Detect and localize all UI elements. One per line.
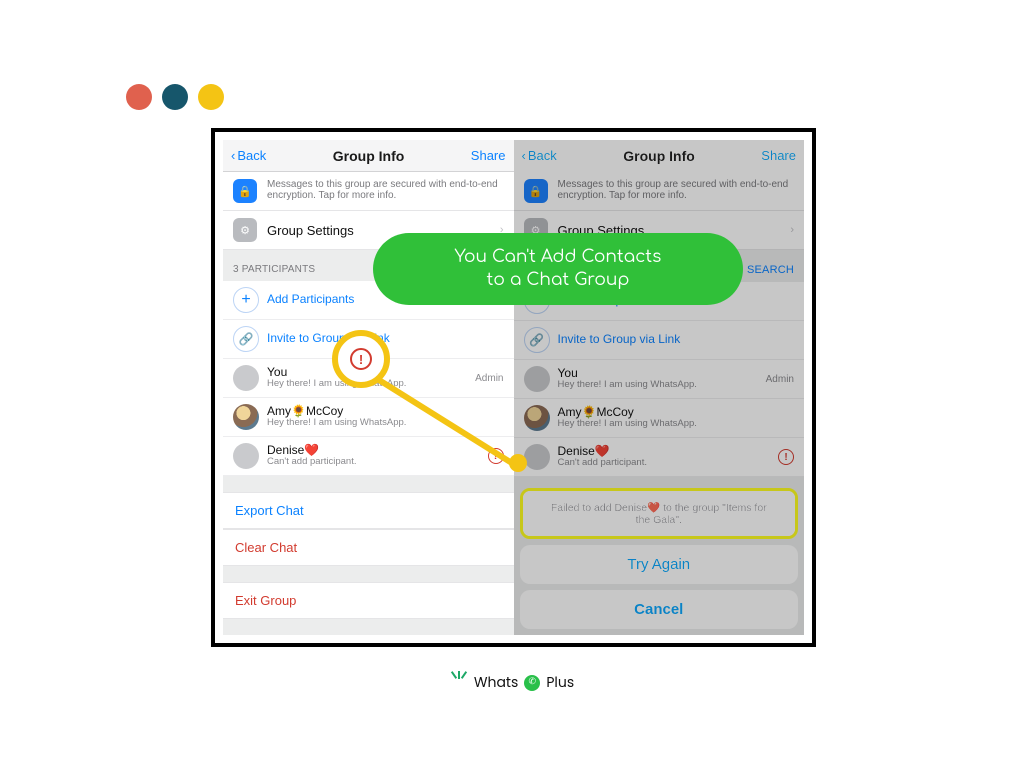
back-button[interactable]: ‹ Back xyxy=(231,148,266,163)
participants-count: 3 PARTICIPANTS xyxy=(233,264,315,275)
page-title: Group Info xyxy=(333,148,405,164)
chevron-right-icon: › xyxy=(790,224,794,236)
member-row-denise[interactable]: Denise❤️ Can't add participant. ! xyxy=(223,437,514,476)
member-status: Hey there! I am using WhatsApp. xyxy=(267,418,406,429)
member-row-amy[interactable]: Amy🌻McCoy Hey there! I am using WhatsApp… xyxy=(514,399,805,438)
spark-icon xyxy=(450,668,468,682)
encryption-row[interactable]: 🔒 Messages to this group are secured wit… xyxy=(223,172,514,211)
dot-gold xyxy=(198,84,224,110)
dot-teal xyxy=(162,84,188,110)
back-button[interactable]: ‹ Back xyxy=(522,148,557,163)
member-status: Can't add participant. xyxy=(267,457,356,468)
encryption-row[interactable]: 🔒 Messages to this group are secured wit… xyxy=(514,172,805,211)
admin-badge: Admin xyxy=(766,374,794,385)
invite-link-label: Invite to Group via Link xyxy=(558,333,681,347)
avatar xyxy=(524,444,550,470)
member-row-you[interactable]: You Hey there! I am using WhatsApp. Admi… xyxy=(514,360,805,399)
member-status: Hey there! I am using WhatsApp. xyxy=(558,419,697,430)
caption-pill: You Can't Add Contacts to a Chat Group xyxy=(373,233,743,305)
dot-red xyxy=(126,84,152,110)
avatar xyxy=(233,443,259,469)
share-button[interactable]: Share xyxy=(761,148,796,163)
navbar: ‹ Back Group Info Share xyxy=(514,140,805,172)
invite-link-row[interactable]: 🔗 Invite to Group via Link xyxy=(514,321,805,360)
member-name: Denise❤️ xyxy=(558,445,647,459)
encryption-icon: 🔒 xyxy=(233,179,257,203)
member-name: Denise❤️ xyxy=(267,444,356,458)
avatar xyxy=(233,365,259,391)
avatar xyxy=(524,366,550,392)
member-name: You xyxy=(558,367,697,381)
group-settings-label: Group Settings xyxy=(267,223,354,238)
screenshot-frame: ‹ Back Group Info Share 🔒 Messages to th… xyxy=(211,128,816,647)
callout-circle: ! xyxy=(332,330,390,388)
avatar xyxy=(233,404,259,430)
plus-icon: + xyxy=(233,287,259,313)
member-row-denise[interactable]: Denise❤️ Can't add participant. ! xyxy=(514,438,805,477)
caption-line2: to a Chat Group xyxy=(455,269,662,292)
export-chat-button[interactable]: Export Chat xyxy=(223,492,514,529)
add-participants-label: Add Participants xyxy=(267,293,354,307)
search-button[interactable]: SEARCH xyxy=(747,264,794,276)
admin-badge: Admin xyxy=(475,373,503,384)
avatar xyxy=(524,405,550,431)
navbar: ‹ Back Group Info Share xyxy=(223,140,514,172)
whatsapp-icon: ✆ xyxy=(524,675,540,691)
exit-group-button[interactable]: Exit Group xyxy=(223,582,514,619)
callout-endpoint xyxy=(509,454,527,472)
gear-icon: ⚙ xyxy=(233,218,257,242)
caption-line1: You Can't Add Contacts xyxy=(455,246,662,269)
page-title: Group Info xyxy=(623,148,695,164)
member-row-amy[interactable]: Amy🌻McCoy Hey there! I am using WhatsApp… xyxy=(223,398,514,437)
chevron-left-icon: ‹ xyxy=(522,148,526,163)
error-icon: ! xyxy=(778,449,794,465)
back-label: Back xyxy=(528,148,557,163)
encryption-text: Messages to this group are secured with … xyxy=(558,179,795,201)
member-status: Hey there! I am using WhatsApp. xyxy=(558,380,697,391)
member-name: Amy🌻McCoy xyxy=(558,406,697,420)
try-again-button[interactable]: Try Again xyxy=(520,545,799,584)
back-label: Back xyxy=(237,148,266,163)
phone-right: ‹ Back Group Info Share 🔒 Messages to th… xyxy=(514,140,805,635)
member-status: Can't add participant. xyxy=(558,458,647,469)
clear-chat-button[interactable]: Clear Chat xyxy=(223,529,514,566)
share-button[interactable]: Share xyxy=(471,148,506,163)
window-dots xyxy=(126,84,224,110)
alert-message: Failed to add Denise❤️ to the group "Ite… xyxy=(523,491,796,536)
footer-word-left: Whats xyxy=(474,672,519,693)
alert-highlight: Failed to add Denise❤️ to the group "Ite… xyxy=(520,488,799,539)
encryption-text: Messages to this group are secured with … xyxy=(267,179,504,201)
footer-word-right: Plus xyxy=(546,672,574,693)
footer-logo: Whats ✆ Plus xyxy=(0,672,1024,693)
link-icon: 🔗 xyxy=(524,327,550,353)
cancel-button[interactable]: Cancel xyxy=(520,590,799,629)
chevron-left-icon: ‹ xyxy=(231,148,235,163)
action-sheet: Failed to add Denise❤️ to the group "Ite… xyxy=(520,488,799,629)
phone-left: ‹ Back Group Info Share 🔒 Messages to th… xyxy=(223,140,514,635)
link-icon: 🔗 xyxy=(233,326,259,352)
encryption-icon: 🔒 xyxy=(524,179,548,203)
exclamation-icon: ! xyxy=(350,348,372,370)
member-name: Amy🌻McCoy xyxy=(267,405,406,419)
